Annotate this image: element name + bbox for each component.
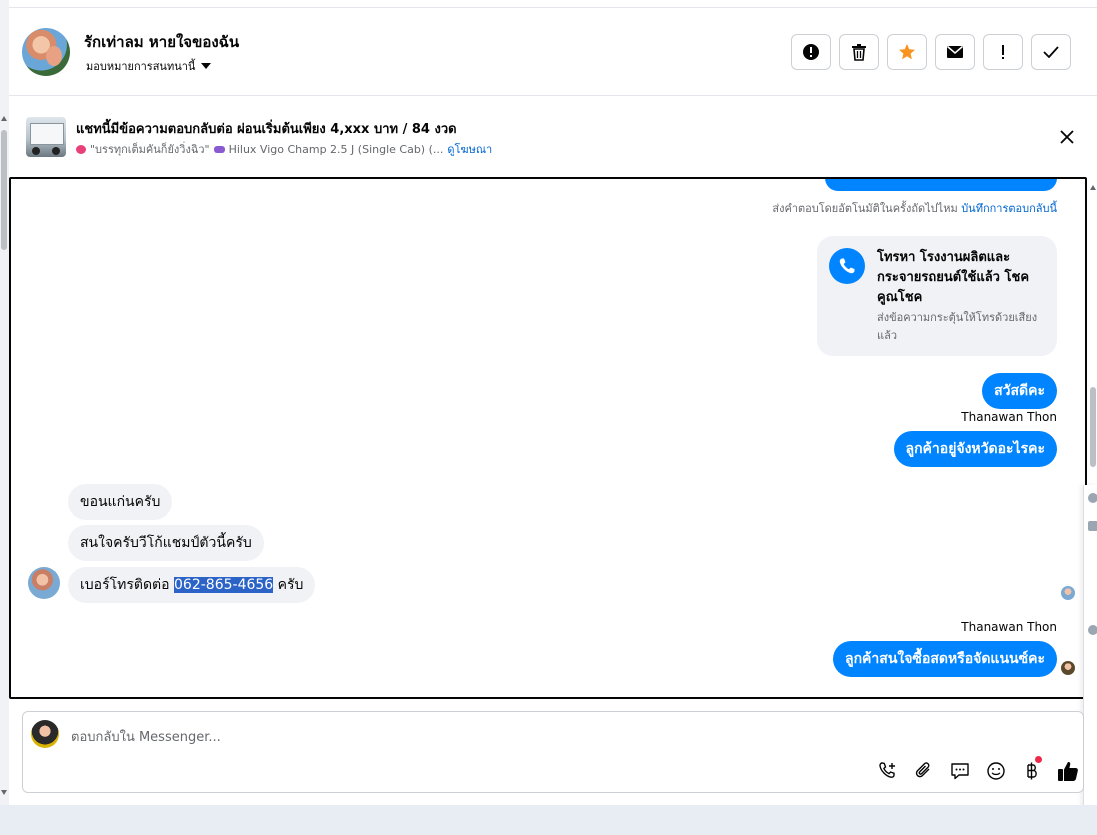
auto-reply-prompt: ส่งคำตอบโดยอัตโนมัติในครั้งถัดไปไหม บันท… [772,199,1057,217]
emoji-icon[interactable] [985,760,1007,782]
envelope-icon [947,45,963,58]
scroll-up-arrow-icon[interactable] [1,116,7,121]
ad-title: แชทนี้มีข้อความตอบกลับต่อ ผ่อนเริ่มต้นเพ… [76,122,457,137]
follow-up-button[interactable] [983,34,1023,70]
sender-name: Thanawan Thon [961,620,1057,634]
call-prompt-card[interactable]: โทรหา โรงงานผลิตและกระจายรถยนต์ใช้แล้ว โ… [817,236,1057,356]
phone-message-suffix: ครับ [273,577,304,593]
seen-receipt-avatar [1061,661,1075,675]
thread-scroll-thumb[interactable] [1090,387,1096,467]
assign-conversation-dropdown[interactable]: มอบหมายการสนทนานี้ [86,57,212,75]
conversation-header: รักเท่าลม หายใจของฉัน มอบหมายการสนทนานี้ [9,8,1097,96]
contact-avatar-small[interactable] [28,567,60,599]
message-bubble-in[interactable]: เบอร์โทรติดต่อ 062-865-4656 ครับ [68,567,316,603]
checkmark-icon [1043,46,1059,58]
phone-icon [829,248,865,284]
mark-spam-button[interactable] [791,34,831,70]
message-bubble-out[interactable]: ลูกค้าอยู่จังหวัดอะไรคะ [893,431,1057,467]
message-bubble-in[interactable]: ขอนแก่นครับ [68,484,173,520]
message-bubble-in[interactable]: สนใจครับวีโก้แชมป์ตัวนี้ครับ [68,525,264,561]
seen-receipt-avatar [1061,586,1075,600]
phone-message-prefix: เบอร์โทรติดต่อ [80,577,175,593]
message-bubble-out[interactable]: สวัสดีคะ [982,373,1057,409]
auto-reply-prompt-text: ส่งคำตอบโดยอัตโนมัติในครั้งถัดไปไหม [772,202,958,215]
heart-emoji-icon [76,144,86,154]
reply-input[interactable]: ตอบกลับใน Messenger... [71,726,221,747]
trash-icon [852,44,866,61]
partial-message-bubble [825,179,1057,191]
window-bottom-bar [0,805,1097,835]
reply-composer[interactable]: ตอบกลับใน Messenger... [22,711,1084,793]
ad-subtitle: "บรรทุกเต็มคันก็ยังวิ่งฉิว" Hilux Vigo C… [76,140,492,158]
peek-avatar[interactable] [1088,625,1097,635]
scroll-down-arrow-icon[interactable] [1,790,7,795]
contact-name[interactable]: รักเท่าลม หายใจของฉัน [84,30,239,54]
baht-icon[interactable] [1021,756,1043,782]
peek-avatar[interactable] [1088,493,1097,503]
ad-subtitle-part2: Hilux Vigo Champ 2.5 J (Single Cab) (... [228,142,444,156]
notification-dot [1035,756,1042,763]
sender-name: Thanawan Thon [961,410,1057,424]
call-card-title: โทรหา โรงงานผลิตและกระจายรถยนต์ใช้แล้ว โ… [877,250,1030,305]
ad-subtitle-part1: "บรรทุกเต็มคันก็ยังวิ่งฉิว" [90,143,210,156]
message-thread[interactable]: ส่งคำตอบโดยอัตโนมัติในครั้งถัดไปไหม บันท… [9,177,1087,699]
ad-context-banner: แชทนี้มีข้อความตอบกลับต่อ ผ่อนเริ่มต้นเพ… [9,97,1097,177]
chat-bubble-icon[interactable] [949,760,971,782]
car-emoji-icon [213,145,225,153]
save-reply-link[interactable]: บันทึกการตอบกลับนี้ [961,202,1057,215]
left-scroll-thumb[interactable] [1,130,7,250]
contact-avatar[interactable] [22,28,70,76]
side-panel-peek[interactable] [1083,485,1097,820]
exclamation-icon [1002,45,1004,59]
messenger-inbox-page: รักเท่าลม หายใจของฉัน มอบหมายการสนทนานี้… [0,0,1097,835]
delete-button[interactable] [839,34,879,70]
close-icon[interactable] [1057,127,1077,147]
thumbs-up-icon[interactable] [1057,760,1079,782]
phone-number[interactable]: 062-865-4656 [174,577,274,593]
ad-thumbnail[interactable] [26,117,66,157]
caret-down-icon [201,63,212,69]
scroll-up-arrow-icon[interactable] [1090,185,1096,190]
call-card-subtitle: ส่งข้อความกระตุ้นให้โทรด้วยเสียงแล้ว [877,311,1038,342]
star-icon [899,44,915,60]
mark-unread-button[interactable] [935,34,975,70]
mark-done-button[interactable] [1031,34,1071,70]
assign-label: มอบหมายการสนทนานี้ [86,60,196,73]
alert-circle-icon [803,44,819,60]
left-scrollbar[interactable] [0,0,9,805]
view-ad-link[interactable]: ดูโฆษณา [447,140,492,158]
page-avatar [31,720,59,748]
peek-thumbnail[interactable] [1088,521,1097,531]
message-bubble-out[interactable]: ลูกค้าสนใจซื้อสดหรือจัดแนนซ์คะ [833,641,1057,677]
star-button[interactable] [887,34,927,70]
phone-plus-icon[interactable] [877,760,899,782]
paperclip-icon[interactable] [913,760,935,782]
